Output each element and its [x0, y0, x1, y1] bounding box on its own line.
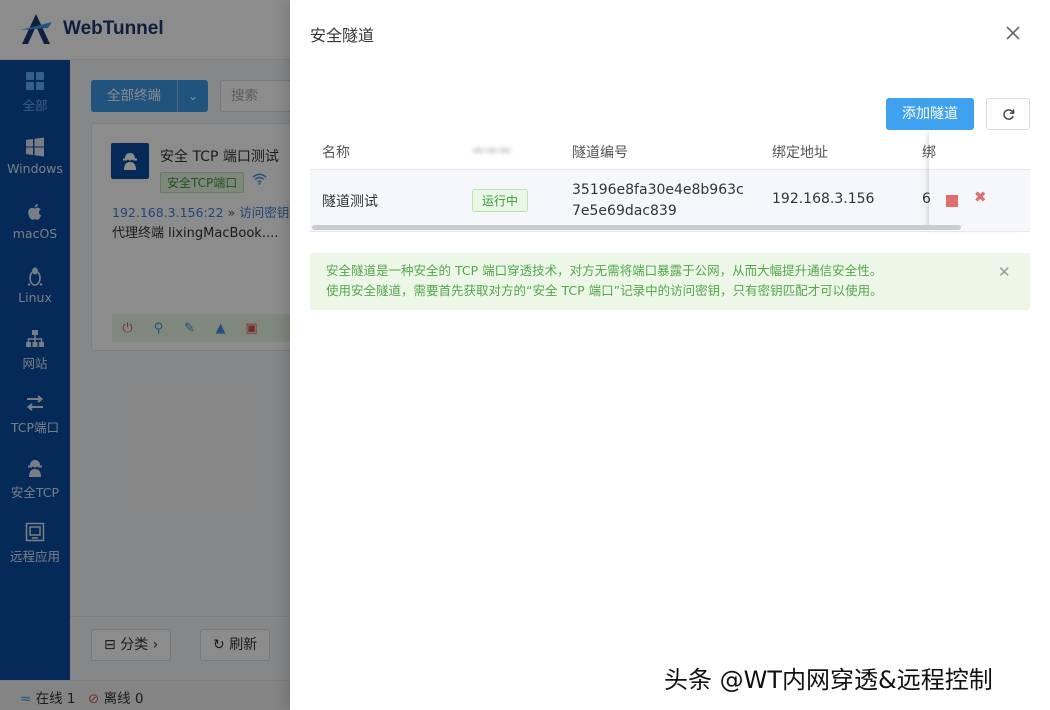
- delete-icon[interactable]: ✖: [974, 188, 987, 206]
- info-alert: 安全隧道是一种安全的 TCP 端口穿透技术，对方无需将端口暴露于公网，从而大幅提…: [310, 253, 1030, 310]
- horizontal-scrollbar[interactable]: [312, 225, 961, 230]
- modal-overlay[interactable]: [0, 0, 290, 710]
- tunnel-name: 隧道测试: [322, 194, 378, 210]
- refresh-button[interactable]: [986, 98, 1030, 130]
- table-row[interactable]: 隧道测试 运行中 35196e8fa30e4e8b963c7e5e69dac83…: [310, 170, 1030, 232]
- alert-line-1: 安全隧道是一种安全的 TCP 端口穿透技术，对方无需将端口暴露于公网，从而大幅提…: [326, 263, 883, 278]
- bind-address: 192.168.3.156: [772, 191, 875, 207]
- tunnel-id: 35196e8fa30e4e8b963c7e5e69dac839: [572, 182, 744, 219]
- status-badge: 运行中: [472, 189, 529, 212]
- refresh-icon: [1002, 108, 1014, 120]
- drawer-title: 安全隧道: [310, 26, 375, 45]
- tunnel-table: 名称 ▬▬▬ 隧道编号 绑定地址 绑 隧道测试 运行中 35196e8fa30e…: [310, 130, 1030, 234]
- close-icon[interactable]: ✕: [998, 262, 1011, 282]
- stop-icon[interactable]: [946, 195, 958, 207]
- actions-column: [929, 130, 1030, 232]
- column-header-tunnel-id: 隧道编号: [572, 145, 628, 161]
- column-header-bind-address: 绑定地址: [772, 145, 828, 161]
- watermark: 头条 @WT内网穿透&远程控制: [664, 666, 993, 694]
- column-header-name: 名称: [322, 145, 350, 161]
- close-icon[interactable]: [1002, 22, 1024, 44]
- table-header: 名称 ▬▬▬ 隧道编号 绑定地址 绑: [310, 130, 1030, 170]
- secure-tunnel-drawer: 安全隧道 添加隧道 名称 ▬▬▬ 隧道编号 绑定地址 绑 隧道测试 运行中 35…: [290, 0, 1050, 710]
- alert-line-2: 使用安全隧道，需要首先获取对方的“安全 TCP 端口”记录中的访问密钥，只有密钥…: [326, 283, 883, 298]
- column-header-status: ▬▬▬: [472, 142, 512, 158]
- add-tunnel-button[interactable]: 添加隧道: [886, 98, 974, 130]
